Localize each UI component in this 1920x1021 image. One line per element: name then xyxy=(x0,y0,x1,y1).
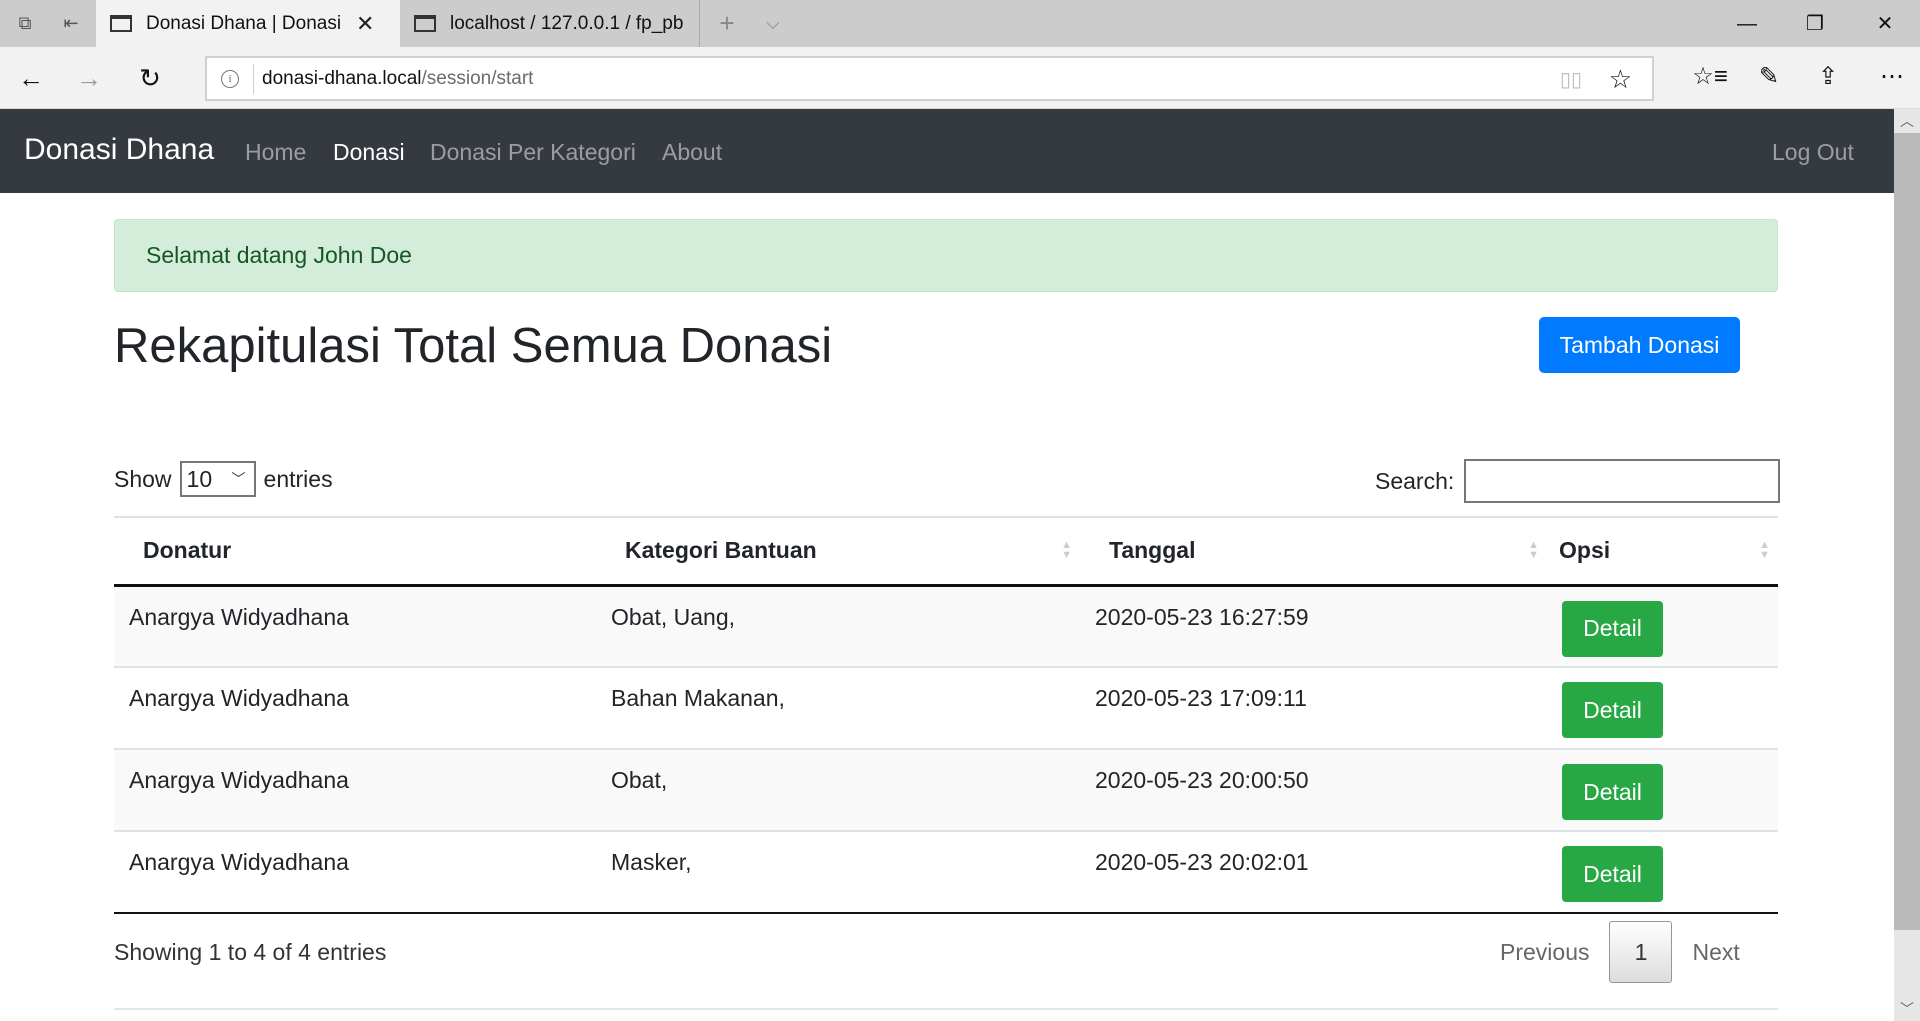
sort-icon: ▲ ▼ xyxy=(1528,539,1539,561)
search-control: Search: xyxy=(1375,459,1781,503)
url-path: /session/start xyxy=(421,68,534,89)
show-label: Show xyxy=(114,465,172,492)
cell-kategori: Obat, xyxy=(596,748,1080,831)
sort-icon: ▲ ▼ xyxy=(1759,539,1770,561)
search-input[interactable] xyxy=(1464,459,1781,503)
detail-button[interactable]: Detail xyxy=(1562,846,1663,902)
next-page-button[interactable]: Next xyxy=(1672,939,1759,966)
share-icon[interactable]: ⇪ xyxy=(1810,59,1846,95)
nav-link-donasi-per-kategori[interactable]: Donasi Per Kategori xyxy=(430,139,636,166)
logout-link[interactable]: Log Out xyxy=(1772,139,1854,166)
browser-toolbar: ← → ↻ i donasi-dhana.local/session/start… xyxy=(0,47,1920,109)
vertical-scrollbar[interactable]: ︿ ﹀ xyxy=(1894,109,1920,1021)
entries-select-value: 10 xyxy=(186,465,213,492)
pagination: Previous 1 Next xyxy=(1480,921,1760,983)
browser-tab[interactable]: localhost / 127.0.0.1 / fp_pb xyxy=(400,0,700,47)
detail-button[interactable]: Detail xyxy=(1562,682,1663,738)
site-info-icon[interactable]: i xyxy=(221,70,239,88)
divider xyxy=(253,64,254,94)
set-aside-tabs-icon[interactable]: ⇤ xyxy=(60,12,82,34)
nav-link-donasi[interactable]: Donasi xyxy=(333,139,405,166)
table-row: Anargya Widyadhana Bahan Makanan, 2020-0… xyxy=(114,666,1778,749)
tab-title: localhost / 127.0.0.1 / fp_pb xyxy=(450,12,684,34)
close-tab-icon[interactable]: ✕ xyxy=(356,11,374,37)
more-icon[interactable]: ⋯ xyxy=(1874,59,1910,95)
cell-donatur: Anargya Widyadhana xyxy=(114,830,596,914)
cell-tanggal: 2020-05-23 17:09:11 xyxy=(1080,666,1547,749)
page-title: Rekapitulasi Total Semua Donasi xyxy=(114,319,833,373)
address-bar[interactable]: i donasi-dhana.local/session/start ▯▯ ☆ xyxy=(205,56,1654,101)
sort-icon: ▲ ▼ xyxy=(1061,539,1072,561)
page-icon xyxy=(110,15,132,32)
cell-donatur: Anargya Widyadhana xyxy=(114,666,596,749)
close-window-icon[interactable]: ✕ xyxy=(1870,10,1900,38)
column-header-kategori[interactable]: Kategori Bantuan ▲ ▼ xyxy=(596,516,1080,587)
column-header-label: Opsi xyxy=(1559,537,1611,564)
welcome-alert: Selamat datang John Doe xyxy=(114,219,1778,292)
scroll-up-icon[interactable]: ︿ xyxy=(1894,109,1920,133)
add-donation-button[interactable]: Tambah Donasi xyxy=(1539,317,1740,373)
column-header-tanggal[interactable]: Tanggal ▲ ▼ xyxy=(1080,516,1547,587)
cell-tanggal: 2020-05-23 20:02:01 xyxy=(1080,830,1547,914)
chevron-down-icon: ﹀ xyxy=(231,471,246,487)
browser-tab-bar: ⧉ ⇤ Donasi Dhana | Donasi Dhana ✕ localh… xyxy=(0,0,1920,47)
entries-select[interactable]: 10 ﹀ xyxy=(179,461,256,497)
cell-opsi: Detail xyxy=(1547,830,1778,914)
cell-kategori: Masker, xyxy=(596,830,1080,914)
entries-label: entries xyxy=(263,465,333,492)
nav-link-about[interactable]: About xyxy=(662,139,722,166)
cell-kategori: Bahan Makanan, xyxy=(596,666,1080,749)
page-1-button[interactable]: 1 xyxy=(1609,921,1673,983)
new-tab-icon[interactable]: + xyxy=(716,10,738,36)
favorites-list-icon[interactable]: ☆≡ xyxy=(1692,59,1728,95)
site-navbar: Donasi Dhana Home Donasi Donasi Per Kate… xyxy=(0,109,1894,193)
cell-donatur: Anargya Widyadhana xyxy=(114,748,596,831)
scroll-down-icon[interactable]: ﹀ xyxy=(1894,997,1920,1021)
tab-title: Donasi Dhana | Donasi Dhana xyxy=(146,12,342,34)
back-icon[interactable]: ← xyxy=(14,61,48,95)
column-header-opsi[interactable]: Opsi ▲ ▼ xyxy=(1547,516,1778,587)
donations-table: Donatur Kategori Bantuan ▲ ▼ Tanggal ▲ ▼ Ops… xyxy=(114,516,1778,914)
restore-icon[interactable]: ❐ xyxy=(1800,10,1830,38)
cell-opsi: Detail xyxy=(1547,748,1778,831)
table-info: Showing 1 to 4 of 4 entries xyxy=(114,939,387,965)
favorite-star-icon[interactable]: ☆ xyxy=(1609,64,1632,95)
minimize-icon[interactable]: — xyxy=(1732,10,1762,38)
divider xyxy=(114,1008,1778,1010)
web-notes-pen-icon[interactable]: ✎ xyxy=(1751,59,1787,95)
cell-tanggal: 2020-05-23 16:27:59 xyxy=(1080,584,1547,667)
scrollbar-thumb[interactable] xyxy=(1894,133,1920,930)
page-icon xyxy=(414,15,436,32)
cell-kategori: Obat, Uang, xyxy=(596,584,1080,667)
cell-opsi: Detail xyxy=(1547,666,1778,749)
url-text[interactable]: donasi-dhana.local/session/start xyxy=(262,68,533,90)
nav-link-home[interactable]: Home xyxy=(245,139,306,166)
detail-button[interactable]: Detail xyxy=(1562,764,1663,820)
table-header-row: Donatur Kategori Bantuan ▲ ▼ Tanggal ▲ ▼ Ops… xyxy=(114,516,1778,587)
cell-donatur: Anargya Widyadhana xyxy=(114,584,596,667)
detail-button[interactable]: Detail xyxy=(1562,600,1663,657)
search-label: Search: xyxy=(1375,467,1455,494)
column-header-label: Donatur xyxy=(143,537,232,564)
browser-tab-active[interactable]: Donasi Dhana | Donasi Dhana ✕ xyxy=(96,0,400,47)
url-domain: donasi-dhana.local xyxy=(262,68,422,89)
forward-icon[interactable]: → xyxy=(72,61,106,95)
previous-page-button[interactable]: Previous xyxy=(1480,939,1609,966)
cell-opsi: Detail xyxy=(1547,584,1778,667)
cell-tanggal: 2020-05-23 20:00:50 xyxy=(1080,748,1547,831)
column-header-donatur[interactable]: Donatur xyxy=(114,516,596,587)
tab-list-chevron-icon[interactable]: ⌵ xyxy=(762,12,784,34)
tab-preview-icon[interactable]: ⧉ xyxy=(14,12,36,34)
column-header-label: Kategori Bantuan xyxy=(625,537,817,564)
table-row: Anargya Widyadhana Obat, Uang, 2020-05-2… xyxy=(114,584,1778,667)
column-header-label: Tanggal xyxy=(1109,537,1196,564)
table-row: Anargya Widyadhana Obat, 2020-05-23 20:0… xyxy=(114,748,1778,831)
entries-length-control: Show 10 ﹀ entries xyxy=(114,461,333,497)
reading-view-icon[interactable]: ▯▯ xyxy=(1560,67,1582,92)
brand-link[interactable]: Donasi Dhana xyxy=(24,133,214,167)
table-row: Anargya Widyadhana Masker, 2020-05-23 20… xyxy=(114,830,1778,914)
refresh-icon[interactable]: ↻ xyxy=(133,61,167,95)
